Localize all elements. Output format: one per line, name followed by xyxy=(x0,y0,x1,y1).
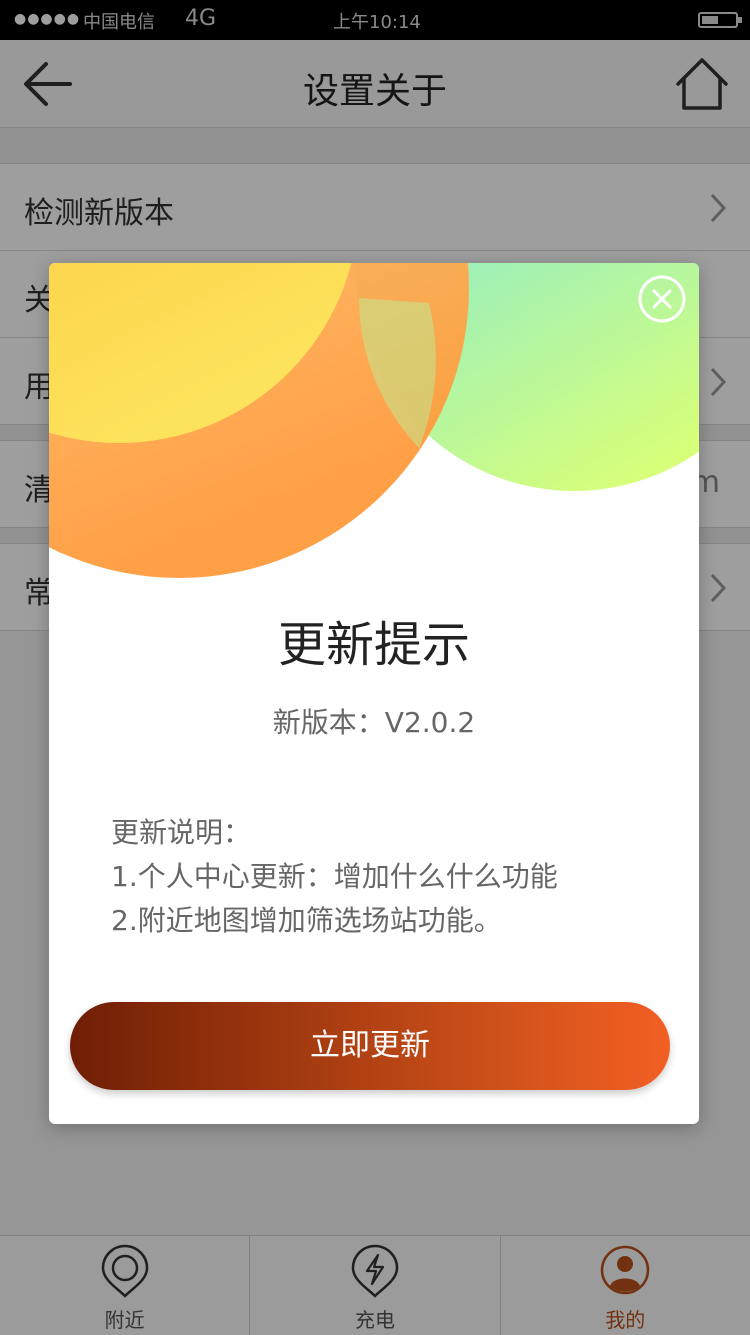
version-text: 新版本：V2.0.2 xyxy=(272,706,476,739)
close-circle-icon[interactable] xyxy=(638,275,686,323)
decorative-circles xyxy=(49,263,699,578)
note-item: 1.个人中心更新：增加什么什么功能 xyxy=(111,860,558,893)
update-dialog: 更新提示 新版本：V2.0.2 更新说明： 1.个人中心更新：增加什么什么功能 … xyxy=(49,263,699,1124)
notes-heading: 更新说明： xyxy=(111,816,252,849)
note-item: 2.附近地图增加筛选场站功能。 xyxy=(111,904,502,937)
update-now-button[interactable]: 立即更新 xyxy=(70,1002,670,1090)
update-notes: 更新说明： 1.个人中心更新：增加什么什么功能 2.附近地图增加筛选场站功能。 xyxy=(111,811,671,943)
dialog-title: 更新提示 xyxy=(277,617,470,673)
